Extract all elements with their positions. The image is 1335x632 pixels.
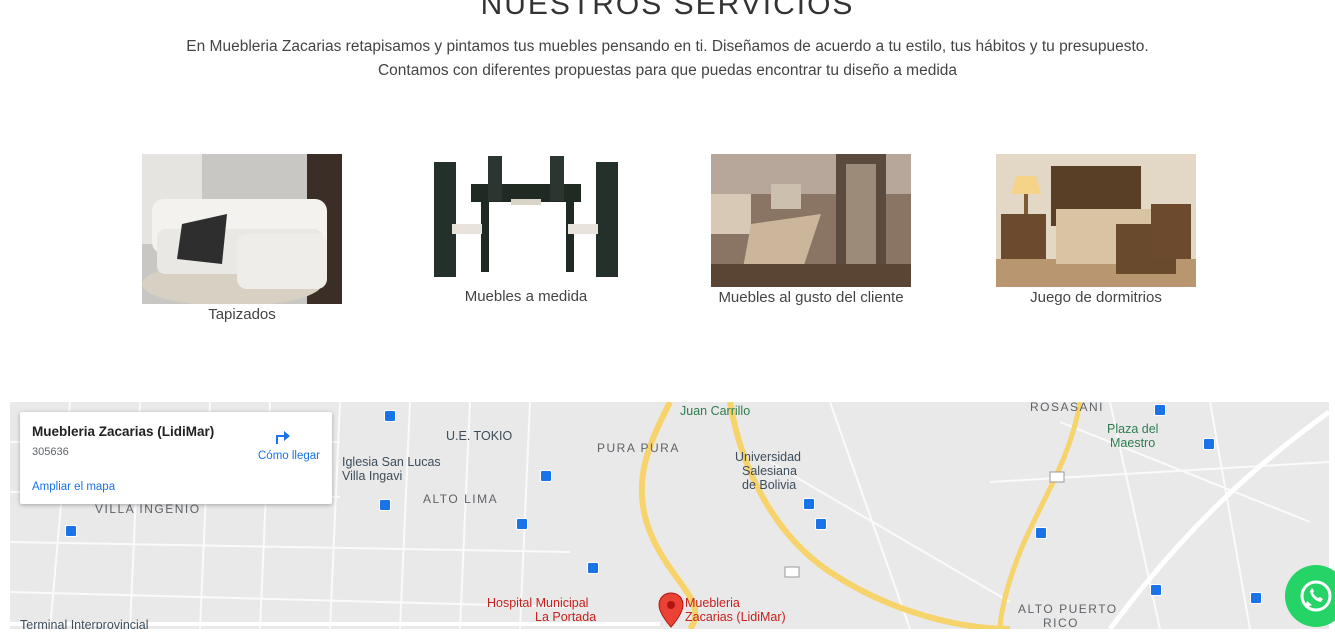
service-item-tapizados[interactable]: Tapizados: [132, 154, 352, 323]
map-label-uni2: Salesiana: [742, 464, 797, 478]
service-caption: Juego de dormitrios: [1030, 289, 1162, 306]
bus-stop-icon[interactable]: [1150, 584, 1162, 596]
bus-stop-icon[interactable]: [1250, 592, 1262, 604]
map-label-pin: Muebleria: [685, 596, 740, 610]
dining-set-photo: [426, 154, 626, 286]
workshop-photo: [711, 154, 911, 287]
map-label-iglesia: Iglesia San Lucas: [342, 455, 441, 469]
bus-stop-icon[interactable]: [65, 525, 77, 537]
directions-link[interactable]: Cómo llegar: [258, 450, 320, 462]
map-label-iglesia2: Villa Ingavi: [342, 469, 403, 483]
place-name: Muebleria Zacarias (LidiMar): [32, 424, 215, 439]
bus-stop-icon[interactable]: [1154, 404, 1166, 416]
map-label-hospital2: La Portada: [535, 610, 597, 624]
service-item-muebles-medida[interactable]: Muebles a medida: [416, 154, 636, 305]
bus-stop-icon[interactable]: [815, 518, 827, 530]
map-label-hospital: Hospital Municipal: [487, 596, 589, 610]
service-caption: Muebles al gusto del cliente: [718, 289, 904, 306]
service-caption: Muebles a medida: [464, 288, 588, 305]
embedded-map[interactable]: ROSASANI Plaza del Maestro Juan Carrillo…: [10, 402, 1329, 629]
services-desc-line2: Contamos con diferentes propuestas para …: [377, 62, 958, 79]
bus-stop-icon[interactable]: [384, 410, 396, 422]
whatsapp-icon: [1300, 580, 1332, 612]
map-label-juan: Juan Carrillo: [680, 404, 751, 418]
map-place-card: Muebleria Zacarias (LidiMar) 305636 Cómo…: [20, 412, 332, 504]
service-item-dormitorios[interactable]: Juego de dormitrios: [986, 154, 1206, 306]
directions-icon[interactable]: [270, 424, 292, 446]
whatsapp-button[interactable]: [1285, 565, 1335, 627]
sofa-photo: [142, 154, 342, 304]
map-pin-icon[interactable]: [658, 592, 684, 628]
map-label-uni1: Universidad: [735, 450, 802, 464]
bus-stop-icon[interactable]: [540, 470, 552, 482]
bus-stop-icon[interactable]: [803, 498, 815, 510]
services-title: NUESTROS SERVICIOS: [480, 0, 855, 21]
map-label-alto-puerto: ALTO PUERTO: [1018, 602, 1118, 616]
map-label-plaza2: Maestro: [1110, 436, 1156, 450]
enlarge-map-link[interactable]: Ampliar el mapa: [32, 481, 115, 493]
map-label-tokio: U.E. TOKIO: [446, 429, 513, 443]
services-desc-line1: En Muebleria Zacarias retapisamos y pint…: [186, 38, 1149, 55]
map-label-alto-lima: ALTO LIMA: [423, 492, 499, 506]
service-caption: Tapizados: [208, 306, 276, 323]
bedroom-photo: [996, 154, 1196, 287]
bus-stop-icon[interactable]: [1035, 527, 1047, 539]
map-label-rico: RICO: [1043, 616, 1079, 629]
map-label-plaza: Plaza del: [1107, 422, 1159, 436]
map-label-uni3: de Bolivia: [742, 478, 797, 492]
map-label-villa: VILLA INGENIO: [95, 502, 201, 516]
map-label-pura: PURA PURA: [597, 441, 680, 455]
bus-stop-icon[interactable]: [516, 518, 528, 530]
map-label-pin2: Zacarias (LidiMar): [685, 610, 786, 624]
bus-stop-icon[interactable]: [1203, 438, 1215, 450]
bus-stop-icon[interactable]: [379, 499, 391, 511]
map-label-terminal: Terminal Interprovincial: [20, 618, 149, 629]
map-label-rosasani: ROSASANI: [1030, 402, 1105, 414]
place-address: 305636: [32, 446, 69, 458]
bus-stop-icon[interactable]: [587, 562, 599, 574]
service-item-gusto-cliente[interactable]: Muebles al gusto del cliente: [701, 154, 921, 306]
